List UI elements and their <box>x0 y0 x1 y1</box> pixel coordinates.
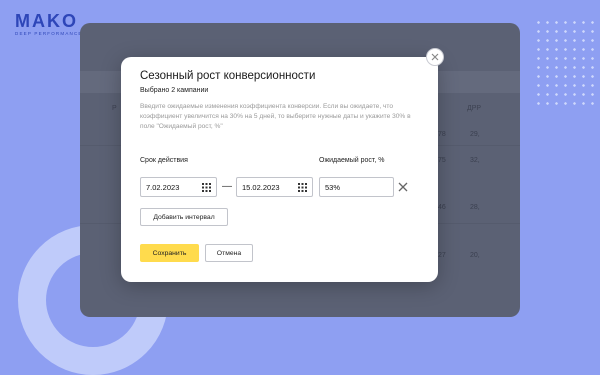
table-cell: 20, <box>470 252 480 259</box>
period-label: Срок действия <box>140 157 188 164</box>
dialog-title: Сезонный рост конверсионности <box>140 70 316 82</box>
table-cell: 32, <box>470 157 480 164</box>
date-to-value: 15.02.2023 <box>242 182 280 192</box>
table-cell: 75 <box>438 157 446 164</box>
brand-logo: MAKO DEEP PERFORMANCE <box>15 12 83 36</box>
table-header-left: Р <box>112 105 117 112</box>
date-from-value: 7.02.2023 <box>146 182 180 192</box>
add-interval-button[interactable]: Добавить интервал <box>140 208 228 226</box>
calendar-icon[interactable] <box>202 183 211 192</box>
table-cell: 46 <box>438 204 446 211</box>
seasonal-conversion-dialog: Сезонный рост конверсионности Выбрано 2 … <box>121 57 438 282</box>
close-dialog-button[interactable] <box>426 48 444 66</box>
clear-interval-icon[interactable] <box>397 181 409 193</box>
date-to-field[interactable]: 15.02.2023 <box>236 177 313 197</box>
table-cell: 28, <box>470 204 480 211</box>
date-from-field[interactable]: 7.02.2023 <box>140 177 217 197</box>
cancel-button[interactable]: Отмена <box>205 244 253 262</box>
close-icon <box>431 53 439 61</box>
table-cell: 78 <box>438 131 446 138</box>
growth-value: 53% <box>325 182 341 192</box>
table-cell: 27 <box>438 252 446 259</box>
growth-input[interactable]: 53% <box>319 177 394 197</box>
save-button[interactable]: Сохранить <box>140 244 199 262</box>
background-dots <box>534 18 594 108</box>
table-header-drr: ДРР <box>467 105 482 112</box>
growth-label: Ожидаемый рост, % <box>319 157 385 164</box>
calendar-icon[interactable] <box>298 183 307 192</box>
brand-tagline: DEEP PERFORMANCE <box>15 31 83 36</box>
table-cell: 29, <box>470 131 480 138</box>
dialog-hint: Введите ожидаемые изменения коэффициента… <box>140 103 411 130</box>
date-range-dash: — <box>222 181 232 192</box>
brand-name: MAKO <box>15 11 78 31</box>
dialog-subtitle: Выбрано 2 кампании <box>140 87 209 94</box>
